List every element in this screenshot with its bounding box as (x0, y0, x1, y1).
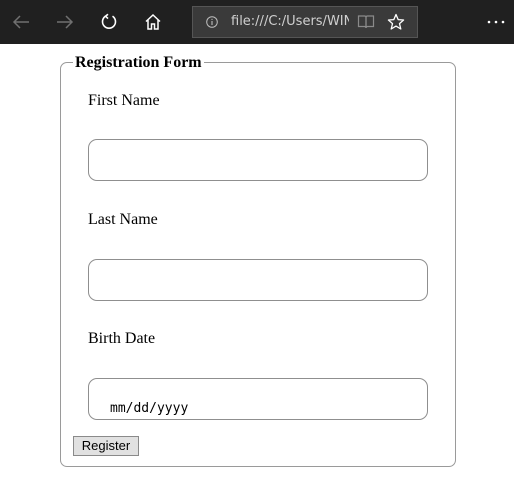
more-icon (487, 20, 505, 24)
star-icon[interactable] (387, 13, 405, 31)
more-button[interactable] (480, 6, 512, 38)
home-button[interactable] (137, 6, 169, 38)
address-bar[interactable]: file:///C:/Users/WINI (192, 6, 418, 38)
info-icon[interactable] (206, 16, 218, 28)
birth-date-input[interactable]: mm/dd/yyyy (88, 378, 428, 420)
refresh-icon (101, 13, 117, 29)
url-text[interactable]: file:///C:/Users/WINI (231, 7, 349, 37)
reading-view-icon[interactable] (357, 14, 375, 30)
form-legend: Registration Form (73, 53, 204, 73)
last-name-input[interactable] (88, 259, 428, 301)
first-name-input[interactable] (88, 139, 428, 181)
first-name-label: First Name (88, 92, 160, 109)
birth-date-label: Birth Date (88, 330, 156, 347)
last-name-label: Last Name (88, 211, 158, 228)
forward-button[interactable] (49, 6, 81, 38)
register-button[interactable]: Register (73, 436, 139, 456)
forward-arrow-icon (57, 15, 74, 29)
birth-date-placeholder: mm/dd/yyyy (110, 401, 189, 416)
back-button[interactable] (5, 6, 37, 38)
browser-toolbar: file:///C:/Users/WINI (0, 0, 514, 44)
back-arrow-icon (12, 15, 29, 29)
home-icon (145, 13, 161, 30)
refresh-button[interactable] (93, 6, 125, 38)
